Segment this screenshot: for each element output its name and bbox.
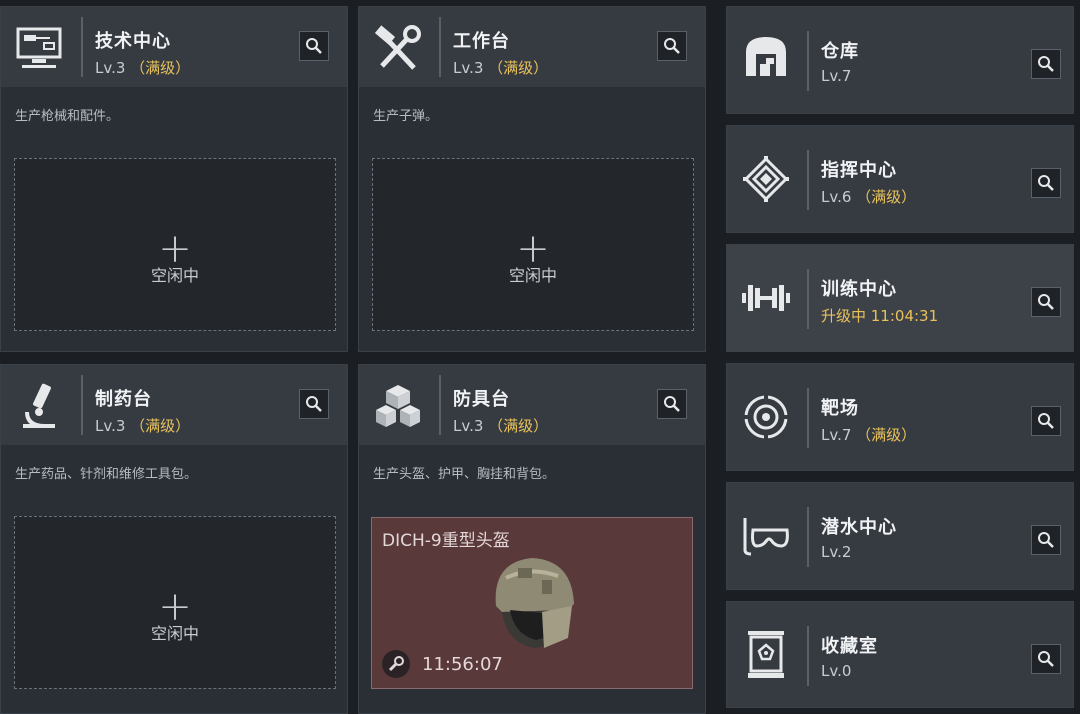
display-case-icon — [737, 628, 795, 682]
card-header: 指挥中心 Lv.6 （满级） — [727, 126, 1073, 232]
slot-status: 空闲中 — [150, 266, 199, 285]
facility-title: 指挥中心 — [821, 160, 897, 181]
facility-level: Lv.0 — [821, 662, 852, 680]
production-slot[interactable]: + 空闲中 — [14, 516, 336, 689]
facility-title: 训练中心 — [821, 279, 897, 300]
search-button[interactable] — [1031, 287, 1061, 317]
search-button[interactable] — [299, 389, 329, 419]
search-button[interactable] — [1031, 525, 1061, 555]
facility-description: 生产枪械和配件。 — [15, 109, 120, 124]
facility-card-warehouse[interactable]: 仓库 Lv.7 — [726, 6, 1074, 114]
header-divider — [439, 375, 441, 435]
facility-title: 收藏室 — [821, 636, 878, 657]
header-divider — [807, 626, 809, 686]
search-button[interactable] — [657, 31, 687, 61]
facility-card-workbench[interactable]: 工作台 Lv.3 （满级） 生产子弹。 + 空闲中 — [358, 6, 706, 352]
dumbbell-icon — [737, 271, 795, 325]
search-icon — [1038, 175, 1054, 191]
slot-status: 空闲中 — [150, 624, 199, 643]
search-icon — [664, 396, 680, 412]
facility-card-collection-room[interactable]: 收藏室 Lv.0 — [726, 601, 1074, 708]
header-divider — [807, 388, 809, 448]
search-button[interactable] — [1031, 644, 1061, 674]
facility-title: 仓库 — [821, 41, 859, 62]
diving-mask-icon — [737, 509, 795, 563]
facility-card-pharmacy[interactable]: 制药台 Lv.3 （满级） 生产药品、针剂和维修工具包。 + 空闲中 — [0, 364, 348, 714]
card-header: 收藏室 Lv.0 — [727, 602, 1073, 707]
facility-title: 制药台 — [95, 389, 152, 410]
facility-title: 靶场 — [821, 398, 859, 419]
facility-card-tech-center[interactable]: 技术中心 Lv.3 （满级） 生产枪械和配件。 + 空闲中 — [0, 6, 348, 352]
search-icon — [1038, 413, 1054, 429]
search-icon — [1038, 651, 1054, 667]
facility-description: 生产头盔、护甲、胸挂和背包。 — [373, 467, 556, 482]
card-header: 防具台 Lv.3 （满级） — [359, 365, 705, 445]
facility-card-training-center[interactable]: 训练中心 升级中 11:04:31 — [726, 244, 1074, 352]
search-icon — [1038, 532, 1054, 548]
card-header: 靶场 Lv.7 （满级） — [727, 364, 1073, 470]
command-pattern-icon — [737, 152, 795, 206]
search-button[interactable] — [1031, 406, 1061, 436]
card-header: 仓库 Lv.7 — [727, 7, 1073, 113]
warehouse-icon — [737, 29, 795, 83]
header-divider — [81, 17, 83, 77]
search-icon — [306, 396, 322, 412]
facility-level: Lv.3 （满级） — [95, 59, 191, 77]
facility-level: Lv.7 — [821, 67, 852, 85]
search-icon — [1038, 56, 1054, 72]
search-button[interactable] — [299, 31, 329, 61]
search-button[interactable] — [1031, 49, 1061, 79]
card-header: 制药台 Lv.3 （满级） — [1, 365, 347, 445]
armor-blocks-icon — [369, 379, 427, 433]
facility-description: 生产药品、针剂和维修工具包。 — [15, 467, 198, 482]
header-divider — [807, 269, 809, 329]
card-header: 潜水中心 Lv.2 — [727, 483, 1073, 589]
crafting-slot[interactable]: DICH-9重型头盔 11:56:07 — [371, 517, 693, 689]
search-button[interactable] — [657, 389, 687, 419]
upgrade-status: 升级中 11:04:31 — [821, 307, 939, 325]
card-header: 训练中心 升级中 11:04:31 — [727, 245, 1073, 351]
production-slot[interactable]: + 空闲中 — [372, 158, 694, 331]
facility-title: 工作台 — [453, 31, 510, 52]
crafting-timer: 11:56:07 — [422, 654, 503, 675]
facility-card-command-center[interactable]: 指挥中心 Lv.6 （满级） — [726, 125, 1074, 233]
search-icon — [306, 38, 322, 54]
hammer-wrench-icon — [369, 21, 427, 75]
header-divider — [807, 150, 809, 210]
facility-level: Lv.7 （满级） — [821, 426, 917, 444]
facility-level: Lv.3 （满级） — [95, 417, 191, 435]
facility-card-shooting-range[interactable]: 靶场 Lv.7 （满级） — [726, 363, 1074, 471]
search-button[interactable] — [1031, 168, 1061, 198]
facility-level: Lv.3 （满级） — [453, 417, 549, 435]
target-icon — [737, 390, 795, 444]
facility-level: Lv.3 （满级） — [453, 59, 549, 77]
facility-title: 技术中心 — [95, 31, 171, 52]
facility-description: 生产子弹。 — [373, 109, 439, 124]
header-divider — [807, 31, 809, 91]
microscope-icon — [11, 379, 69, 433]
helmet-icon — [482, 548, 582, 652]
facility-title: 潜水中心 — [821, 517, 897, 538]
production-slot[interactable]: + 空闲中 — [14, 158, 336, 331]
card-header: 工作台 Lv.3 （满级） — [359, 7, 705, 87]
header-divider — [81, 375, 83, 435]
facility-card-diving-center[interactable]: 潜水中心 Lv.2 — [726, 482, 1074, 590]
facility-title: 防具台 — [453, 389, 510, 410]
facility-level: Lv.6 （满级） — [821, 188, 917, 206]
slot-status: 空闲中 — [508, 266, 557, 285]
wrench-icon — [382, 650, 410, 678]
header-divider — [439, 17, 441, 77]
facility-level: Lv.2 — [821, 543, 852, 561]
computer-icon — [11, 21, 69, 75]
card-header: 技术中心 Lv.3 （满级） — [1, 7, 347, 87]
header-divider — [807, 507, 809, 567]
search-icon — [664, 38, 680, 54]
facility-card-armor-bench[interactable]: 防具台 Lv.3 （满级） 生产头盔、护甲、胸挂和背包。 DICH-9重型头盔 … — [358, 364, 706, 714]
search-icon — [1038, 294, 1054, 310]
